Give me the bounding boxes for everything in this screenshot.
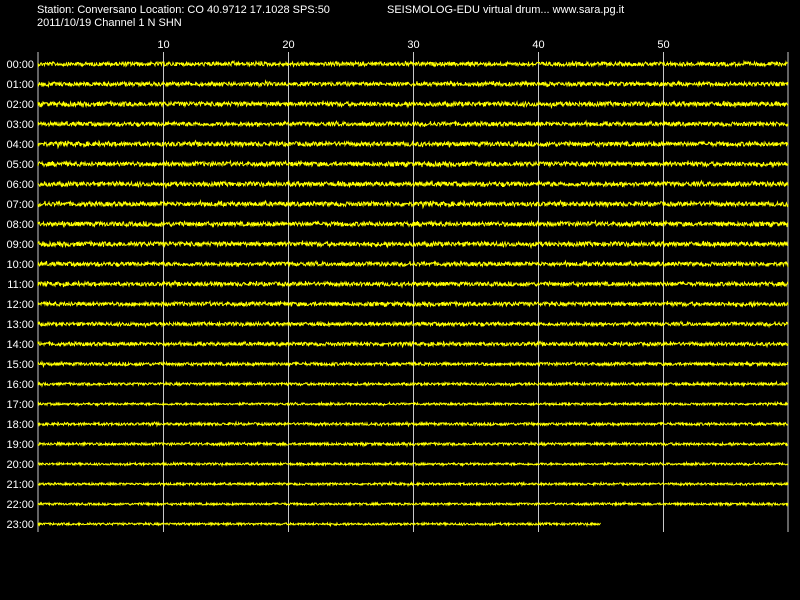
hour-label: 12:00 [6, 299, 34, 311]
hour-label: 09:00 [6, 239, 34, 251]
hour-label: 21:00 [6, 479, 34, 491]
hour-label: 15:00 [6, 359, 34, 371]
hour-label: 22:00 [6, 499, 34, 511]
hour-label: 13:00 [6, 319, 34, 331]
hour-label: 08:00 [6, 219, 34, 231]
hour-label: 07:00 [6, 199, 34, 211]
hour-label: 11:00 [7, 279, 34, 291]
hour-label: 03:00 [6, 119, 34, 131]
x-tick-label: 30 [407, 39, 419, 51]
hour-label: 19:00 [6, 439, 34, 451]
hour-label: 05:00 [6, 159, 34, 171]
seismic-drum-chart: 10 20 30 40 50 00:00 01:00 02:00 03:00 04:00 05:00… [6, 39, 789, 532]
hour-label: 17:00 [6, 399, 34, 411]
hour-label: 00:00 [6, 59, 34, 71]
hour-label: 18:00 [6, 419, 34, 431]
hour-label: 20:00 [6, 459, 34, 471]
hour-label: 06:00 [6, 179, 34, 191]
trace-2300 [37, 520, 601, 528]
x-tick-label: 10 [157, 39, 169, 51]
hour-label: 02:00 [6, 99, 34, 111]
hour-label: 04:00 [6, 139, 34, 151]
x-tick-label: 40 [532, 39, 544, 51]
x-tick-label: 20 [282, 39, 294, 51]
hour-label: 14:00 [6, 339, 34, 351]
hour-label: 16:00 [6, 379, 34, 391]
hour-label: 10:00 [6, 259, 34, 271]
x-tick-label: 50 [657, 39, 669, 51]
hour-label: 23:00 [6, 519, 34, 531]
hour-label: 01:00 [6, 79, 34, 91]
